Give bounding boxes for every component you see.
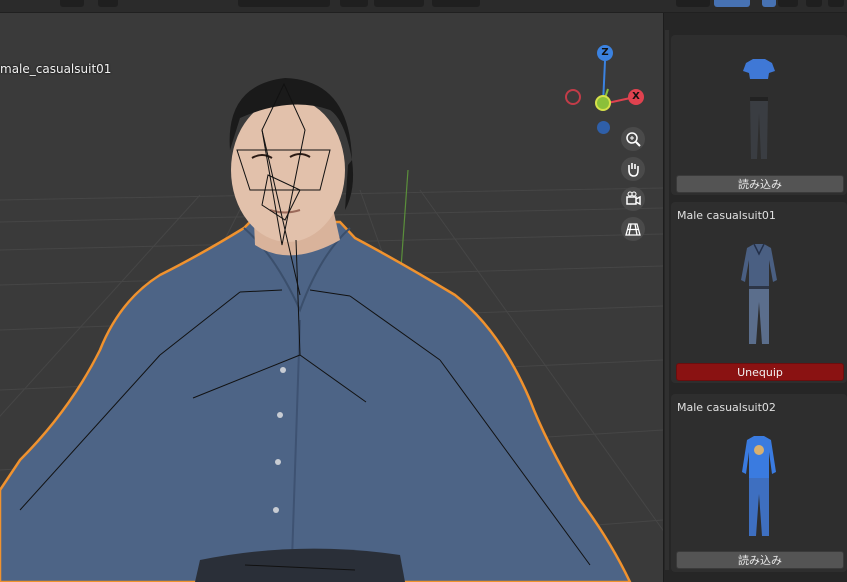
y-axis-handle[interactable] xyxy=(595,95,611,111)
load-button[interactable]: 読み込み xyxy=(676,551,844,569)
asset-card: Male casualsuit01 Unequip xyxy=(671,202,847,383)
outfit-thumbnail xyxy=(741,243,777,344)
header-widget[interactable] xyxy=(806,0,822,7)
asset-card: Male casualsuit02 読み込み xyxy=(671,394,847,572)
outfit-thumbnail xyxy=(742,436,776,536)
load-button[interactable]: 読み込み xyxy=(676,175,844,193)
character-model xyxy=(0,78,632,582)
camera-icon[interactable] xyxy=(621,187,645,211)
unequip-button[interactable]: Unequip xyxy=(676,363,844,381)
header-widget[interactable] xyxy=(828,0,844,7)
neg-x-axis-handle[interactable] xyxy=(565,89,581,105)
3d-viewport[interactable]: male_casualsuit01 Z X xyxy=(0,13,663,582)
active-object-label: male_casualsuit01 xyxy=(0,62,112,76)
header-widget[interactable] xyxy=(374,0,424,7)
header-toggle[interactable] xyxy=(714,0,750,7)
asset-card-title: Male casualsuit01 xyxy=(677,209,776,222)
header-bar xyxy=(0,0,847,13)
header-widget[interactable] xyxy=(340,0,368,7)
header-widget[interactable] xyxy=(60,0,84,7)
zoom-in-icon[interactable] xyxy=(621,127,645,151)
header-widget[interactable] xyxy=(432,0,480,7)
asset-card: 読み込み xyxy=(671,35,847,195)
z-axis-handle[interactable]: Z xyxy=(597,45,613,61)
header-widget[interactable] xyxy=(778,0,798,7)
navigation-gizmo[interactable]: Z X xyxy=(560,43,650,138)
header-dropdown[interactable] xyxy=(238,0,330,7)
asset-card-title: Male casualsuit02 xyxy=(677,401,776,414)
x-axis-handle[interactable]: X xyxy=(628,89,644,105)
header-toggle[interactable] xyxy=(762,0,776,7)
outfit-thumbnail xyxy=(743,59,775,159)
neg-z-axis-handle[interactable] xyxy=(597,121,610,134)
header-widget[interactable] xyxy=(676,0,710,7)
header-widget[interactable] xyxy=(98,0,118,7)
panel-scroll-strip[interactable] xyxy=(665,30,669,570)
grid-perspective-icon[interactable] xyxy=(621,217,645,241)
hand-pan-icon[interactable] xyxy=(621,157,645,181)
